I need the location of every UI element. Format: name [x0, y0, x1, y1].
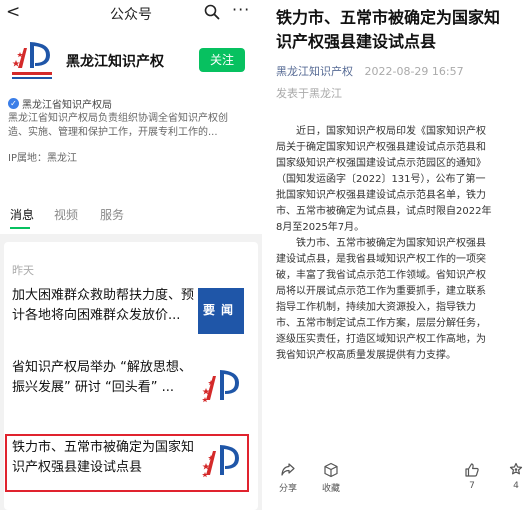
account-name: 黑龙江知识产权 — [66, 54, 164, 70]
ip-location: IP属地：黑龙江 — [8, 153, 77, 164]
article-thumbnail: 要闻 — [198, 288, 244, 334]
body-line: （国知发运函字〔2022〕131号），公布了第一 — [276, 174, 486, 185]
article-item[interactable]: 省知识产权局举办 “解放思想、 振兴发展” 研讨 “回头看” ... — [6, 358, 252, 408]
verification-row: ✓ 黑龙江省知识产权局 — [8, 93, 112, 111]
article-item[interactable]: 加大困难群众救助帮扶力度、预 计各地将向困难群众发放价... 要闻 — [6, 286, 252, 336]
article-title-line: 省知识产权局举办 “解放思想、 — [12, 360, 192, 375]
appreciate-count: 4 — [513, 481, 519, 491]
action-bar: 分享 收藏 7 4 — [268, 462, 530, 510]
ip-logo-thumbnail-icon — [202, 370, 239, 403]
article-title-line: 加大困难群众救助帮扶力度、预 — [12, 288, 195, 303]
article-meta: 黑龙江知识产权 2022-08-29 16:57 — [276, 63, 464, 79]
tab-services[interactable]: 服务 — [100, 206, 124, 223]
body-line: 逐级压实责任，打造区域知识产权工作高地，为 — [276, 334, 486, 345]
share-button[interactable]: 分享 — [268, 462, 308, 494]
publish-date: 2022-08-29 16:57 — [364, 65, 464, 78]
thumbnail-text: 要闻 — [202, 303, 239, 317]
body-line: 局将以开展试点示范工作为重要抓手，建立联系 — [276, 286, 486, 297]
headline-line: 识产权强县建设试点县 — [276, 32, 437, 51]
body-line: 市、五常市被确定为试点县，试点时限自2022年 — [276, 206, 492, 217]
body-line: 铁力市、五常市被确定为国家知识产权强县 — [276, 238, 486, 249]
account-header: 黑龙江知识产权 关注 — [0, 32, 262, 87]
article-title-line: 振兴发展” 研讨 “回头看” ... — [12, 380, 174, 395]
active-tab-indicator — [10, 227, 30, 229]
account-page: < 公众号 ··· 黑龙江知识产权 关注 ✓ 黑龙江省知识产权局 黑龙江省知识产权… — [0, 0, 262, 510]
share-icon — [281, 463, 295, 476]
article-title: 加大困难群众救助帮扶力度、预 计各地将向困难群众发放价... — [12, 286, 195, 326]
body-line: 批国家知识产权强县建设试点示范县名单，铁力 — [276, 190, 486, 201]
share-label: 分享 — [278, 484, 297, 494]
day-label: 昨天 — [12, 264, 34, 277]
publish-location: 发表于黑龙江 — [276, 87, 342, 100]
body-line: 市、五常市制定试点工作方案，层层分解任务， — [276, 318, 486, 329]
article-body: 近日，国家知识产权局印发《国家知识产权 局关于确定国家知识产权强县建设试点示范县和… — [276, 124, 526, 364]
body-line: 8月至2025年7月。 — [276, 222, 365, 233]
more-icon[interactable]: ··· — [232, 0, 250, 19]
highlight-box — [5, 434, 249, 492]
page-title: 公众号 — [110, 7, 152, 23]
follow-button[interactable]: 关注 — [199, 48, 245, 72]
top-bar: < 公众号 ··· — [0, 0, 262, 26]
article-headline: 铁力市、五常市被确定为国家知 识产权强县建设试点县 — [276, 6, 526, 54]
body-line: 破，丰富了我省试点示范工作领域。省知识产权 — [276, 270, 486, 281]
body-line: 指导工作机制，持续加大资源投入，指导铁力 — [276, 302, 476, 313]
body-line: 我省知识产权高质量发展提供有力支撑。 — [276, 350, 456, 361]
article-source-link[interactable]: 黑龙江知识产权 — [276, 65, 353, 78]
favorite-label: 收藏 — [321, 484, 340, 494]
article-title-line: 计各地将向困难群众发放价... — [12, 308, 181, 323]
account-description[interactable]: 黑龙江省知识产权局负责组织协调全省知识产权创 造、实施、管理和保护工作，开展专利… — [8, 112, 258, 140]
description-line: 黑龙江省知识产权局负责组织协调全省知识产权创 — [8, 113, 228, 124]
favorite-button[interactable]: 收藏 — [311, 462, 351, 494]
like-button[interactable]: 7 — [452, 462, 492, 491]
article-title: 省知识产权局举办 “解放思想、 振兴发展” 研讨 “回头看” ... — [12, 358, 192, 398]
verified-badge-icon: ✓ — [8, 98, 19, 109]
description-line: 造、实施、管理和保护工作，开展专利工作的... — [8, 127, 218, 138]
body-line: 建设试点县，是我省县域知识产权工作的一项突 — [276, 254, 486, 265]
favorite-icon — [324, 462, 338, 478]
tab-bar: 消息 视频 服务 — [0, 200, 262, 230]
account-logo[interactable] — [8, 38, 56, 82]
body-line: 局关于确定国家知识产权强县建设试点示范县和 — [276, 142, 486, 153]
appreciate-icon — [509, 462, 523, 475]
body-line: 国家级知识产权强国建设试点示范园区的通知》 — [276, 158, 486, 169]
like-count: 7 — [469, 481, 475, 491]
search-icon[interactable] — [204, 4, 220, 20]
appreciate-button[interactable]: 4 — [496, 462, 530, 491]
tab-videos[interactable]: 视频 — [54, 206, 78, 223]
verified-by[interactable]: 黑龙江省知识产权局 — [22, 100, 112, 111]
body-line: 近日，国家知识产权局印发《国家知识产权 — [276, 126, 486, 137]
thumbs-up-icon — [465, 463, 479, 477]
headline-line: 铁力市、五常市被确定为国家知 — [276, 8, 501, 27]
article-page: 铁力市、五常市被确定为国家知 识产权强县建设试点县 黑龙江知识产权 2022-0… — [268, 0, 530, 510]
tab-messages[interactable]: 消息 — [10, 206, 34, 223]
